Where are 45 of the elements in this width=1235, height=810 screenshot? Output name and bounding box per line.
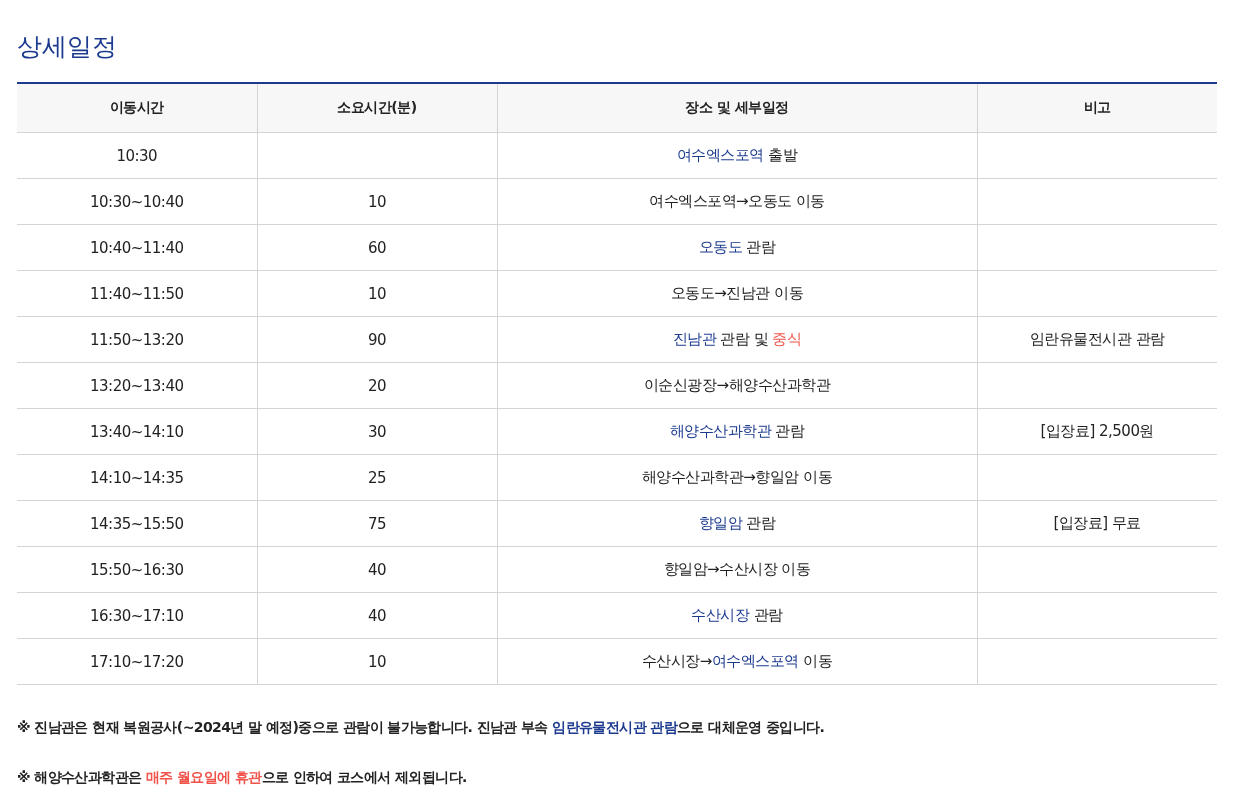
schedule-cell: 향일암→수산시장 이동	[663, 560, 811, 578]
duration-cell: 30	[367, 422, 387, 441]
schedule-cell: 향일암 관람	[698, 514, 776, 532]
notice-text: ※ 진남관은 현재 복원공사(~2024년 말 예정)중으로 관람이 불가능합니다. 진남관 부속 임란유물전시관 관람으로 대체운영 중입니다.	[17, 719, 826, 737]
time-cell: 17:10~17:20	[90, 652, 184, 671]
notice-text: ※ 해양수산과학관은 매주 월요일에 휴관으로 인하여 코스에서 제외됩니다.	[17, 769, 468, 787]
time-cell: 10:30	[116, 146, 158, 165]
schedule-cell: 수산시장 관람	[691, 606, 783, 624]
schedule-cell: 오동도 관람	[698, 238, 776, 256]
remark-cell: [입장료] 무료	[1053, 514, 1141, 532]
schedule-cell: 여수엑스포역→오동도 이동	[649, 192, 825, 210]
time-cell: 11:40~11:50	[90, 284, 184, 303]
schedule-cell: 해양수산과학관 관람	[669, 422, 805, 440]
remark-cell: 임란유물전시관 관람	[1029, 330, 1165, 348]
time-cell: 11:50~13:20	[90, 330, 184, 349]
column-header: 비고	[977, 83, 1217, 133]
time-cell: 14:35~15:50	[90, 514, 184, 533]
duration-cell: 10	[367, 652, 387, 671]
duration-cell: 25	[367, 468, 387, 487]
schedule-cell: 여수엑스포역 출발	[676, 146, 798, 164]
schedule-cell: 이순신광장→해양수산과학관	[643, 376, 831, 394]
column-header: 소요시간(분)	[257, 83, 497, 133]
schedule-cell: 진남관 관람 및 중식	[672, 330, 802, 348]
duration-cell: 90	[367, 330, 387, 349]
duration-cell: 75	[367, 514, 387, 533]
time-cell: 10:30~10:40	[90, 192, 184, 211]
column-header: 장소 및 세부일정	[497, 83, 977, 133]
duration-cell: 40	[367, 606, 387, 625]
schedule-cell: 수산시장→여수엑스포역 이동	[641, 652, 833, 670]
page-title: 상세일정	[17, 31, 118, 63]
duration-cell: 60	[367, 238, 387, 257]
time-cell: 13:40~14:10	[90, 422, 184, 441]
time-cell: 15:50~16:30	[90, 560, 184, 579]
schedule-cell: 오동도→진남관 이동	[670, 284, 804, 302]
column-header: 이동시간	[17, 83, 257, 133]
schedule-cell: 해양수산과학관→향일암 이동	[641, 468, 833, 486]
duration-cell: 10	[367, 284, 387, 303]
time-cell: 16:30~17:10	[90, 606, 184, 625]
time-cell: 10:40~11:40	[90, 238, 184, 257]
duration-cell: 10	[367, 192, 387, 211]
time-cell: 13:20~13:40	[90, 376, 184, 395]
duration-cell: 20	[367, 376, 387, 395]
remark-cell: [입장료] 2,500원	[1040, 422, 1154, 440]
duration-cell: 40	[367, 560, 387, 579]
time-cell: 14:10~14:35	[90, 468, 184, 487]
